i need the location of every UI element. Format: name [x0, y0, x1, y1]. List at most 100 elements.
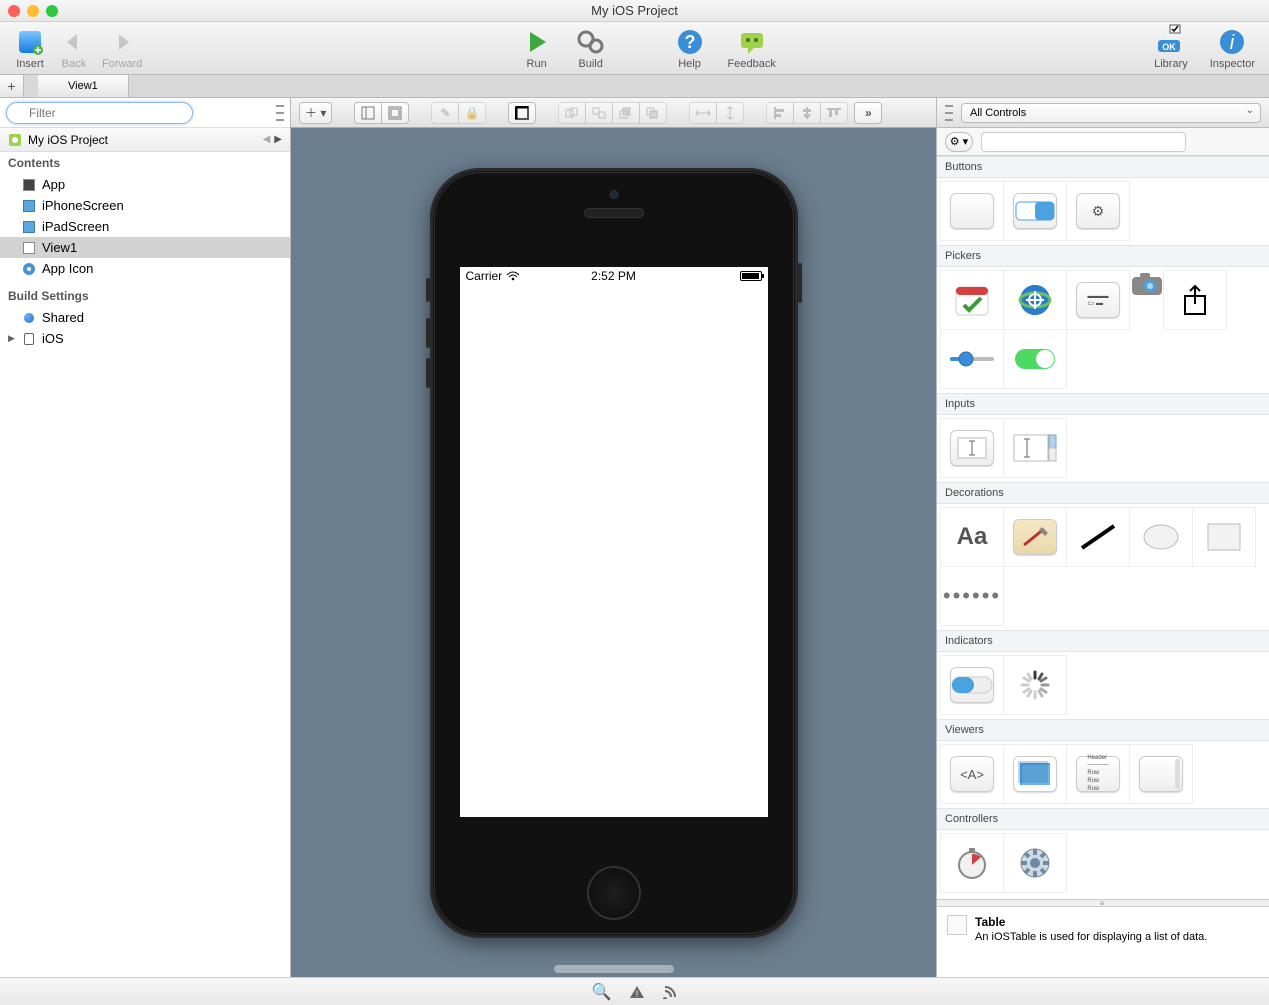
disclosure-triangle-icon[interactable]: ▶ — [8, 333, 15, 344]
clock-label: 2:52 PM — [591, 269, 636, 283]
guides-button[interactable] — [508, 102, 536, 124]
tree-item-appicon[interactable]: App Icon — [0, 258, 290, 279]
align-left-button[interactable] — [766, 102, 794, 124]
minimize-window-button[interactable] — [27, 5, 39, 17]
control-scrollview[interactable] — [1129, 744, 1193, 804]
control-rectangle[interactable] — [1192, 507, 1256, 567]
filter-input[interactable] — [6, 102, 193, 124]
library-options-button[interactable]: ⚙ ▾ — [945, 132, 973, 152]
control-location[interactable] — [1003, 270, 1067, 330]
toolbar-overflow-button[interactable]: » — [854, 102, 882, 124]
tree-item-iphonescreen[interactable]: iPhoneScreen — [0, 195, 290, 216]
main-toolbar: Insert Back Forward Run Build ? Help Fee… — [0, 22, 1269, 75]
device-screen[interactable]: Carrier 2:52 PM — [460, 267, 768, 817]
close-window-button[interactable] — [8, 5, 20, 17]
battery-icon — [740, 271, 762, 281]
control-datepicker[interactable] — [940, 270, 1004, 330]
canvas-area[interactable]: Carrier 2:52 PM — [291, 128, 936, 977]
control-textfield[interactable] — [940, 418, 1004, 478]
nav-fwd-icon[interactable]: ▶ — [274, 134, 282, 145]
warnings-icon[interactable]: ! — [629, 985, 645, 999]
control-htmlviewer[interactable]: <A> — [940, 744, 1004, 804]
window-title: My iOS Project — [591, 3, 678, 18]
control-textarea[interactable] — [1003, 418, 1067, 478]
canvas-panel: ＋ ▾ ✎ 🔒 — [291, 98, 936, 977]
ungroup-button[interactable] — [585, 102, 613, 124]
search-status-icon[interactable]: 🔍 — [592, 982, 612, 1002]
forward-button[interactable]: Forward — [96, 26, 148, 70]
control-picker[interactable]: ▬▬▬▭ ▬ — [1066, 270, 1130, 330]
backward-layer-button[interactable] — [639, 102, 667, 124]
nav-back-icon[interactable]: ◀ — [263, 134, 271, 145]
inspector-button[interactable]: i Inspector — [1204, 26, 1261, 70]
control-canvas[interactable] — [1003, 507, 1067, 567]
device-icon — [22, 332, 36, 346]
tree-item-shared[interactable]: Shared — [0, 307, 290, 328]
table-icon — [947, 915, 967, 935]
library-section-indicators: Indicators — [937, 630, 1269, 652]
svg-text:?: ? — [684, 32, 695, 52]
run-button[interactable]: Run — [515, 26, 559, 70]
align-top-button[interactable] — [820, 102, 848, 124]
tree-item-view1[interactable]: View1 — [0, 237, 290, 258]
panel-handle-icon[interactable] — [276, 105, 284, 121]
lock-button[interactable]: 🔒 — [458, 102, 486, 124]
layout-frame-button[interactable] — [354, 102, 382, 124]
library-scroll[interactable]: Buttons ⚙ Pickers ▬▬▬▭ ▬ Inputs — [937, 156, 1269, 899]
control-toolbutton[interactable]: ⚙ — [1066, 181, 1130, 241]
new-tab-button[interactable]: + — [0, 75, 24, 97]
library-search-input[interactable] — [981, 132, 1186, 152]
control-sharingpanel[interactable] — [1163, 270, 1227, 330]
control-progressbar[interactable] — [940, 655, 1004, 715]
edit-button[interactable]: ✎ — [431, 102, 459, 124]
zoom-window-button[interactable] — [46, 5, 58, 17]
tree-item-ios[interactable]: ▶ iOS — [0, 328, 290, 349]
tree-item-app[interactable]: App — [0, 174, 290, 195]
forward-layer-button[interactable] — [612, 102, 640, 124]
pane-resize-handle[interactable]: ≡ — [937, 899, 1269, 907]
layout-auto-button[interactable] — [381, 102, 409, 124]
wifi-icon — [506, 271, 520, 281]
horizontal-scrollbar[interactable] — [554, 965, 674, 973]
control-table[interactable]: Header─────RowRowRow — [1066, 744, 1130, 804]
library-info-pane: Table An iOSTable is used for displaying… — [937, 907, 1269, 977]
feedback-button[interactable]: Feedback — [722, 26, 782, 70]
control-segmented[interactable] — [1003, 181, 1067, 241]
rss-icon[interactable] — [663, 985, 677, 999]
back-button[interactable]: Back — [52, 26, 96, 70]
tree-item-ipadscreen[interactable]: iPadScreen — [0, 216, 290, 237]
fill-height-button[interactable] — [716, 102, 744, 124]
group-button[interactable] — [558, 102, 586, 124]
insert-button[interactable]: Insert — [8, 26, 52, 70]
window-controls[interactable] — [8, 5, 58, 17]
control-spinner[interactable] — [1003, 655, 1067, 715]
add-control-button[interactable]: ＋ ▾ — [299, 102, 332, 124]
library-button[interactable]: OK Library — [1148, 26, 1194, 70]
panel-handle-icon[interactable] — [945, 105, 953, 121]
library-filter-dropdown[interactable]: All Controls — [961, 103, 1261, 123]
control-thread[interactable] — [1003, 833, 1067, 893]
help-button[interactable]: ? Help — [668, 26, 712, 70]
control-slider[interactable] — [940, 329, 1004, 389]
control-imagepicker[interactable] — [1130, 271, 1164, 330]
fill-width-button[interactable] — [689, 102, 717, 124]
navigator-panel: 🔍 My iOS Project ◀▶ Contents App iPhoneS… — [0, 98, 291, 977]
library-section-inputs: Inputs — [937, 393, 1269, 415]
align-center-button[interactable] — [793, 102, 821, 124]
control-label[interactable]: Aa — [940, 507, 1004, 567]
project-header[interactable]: My iOS Project ◀▶ — [0, 128, 290, 152]
control-line[interactable] — [1066, 507, 1130, 567]
camera-icon — [609, 190, 618, 199]
control-switch[interactable] — [1003, 329, 1067, 389]
control-timer[interactable] — [940, 833, 1004, 893]
control-imageview[interactable] — [1003, 744, 1067, 804]
control-separator[interactable]: •••••• — [940, 566, 1004, 626]
app-icon — [22, 178, 36, 192]
control-oval[interactable] — [1129, 507, 1193, 567]
canvas-toolbar: ＋ ▾ ✎ 🔒 — [291, 98, 936, 128]
appicon-icon — [22, 262, 36, 276]
screen-icon — [22, 220, 36, 234]
control-button[interactable] — [940, 181, 1004, 241]
tab-view1[interactable]: View1 — [38, 75, 129, 97]
build-button[interactable]: Build — [569, 26, 613, 70]
